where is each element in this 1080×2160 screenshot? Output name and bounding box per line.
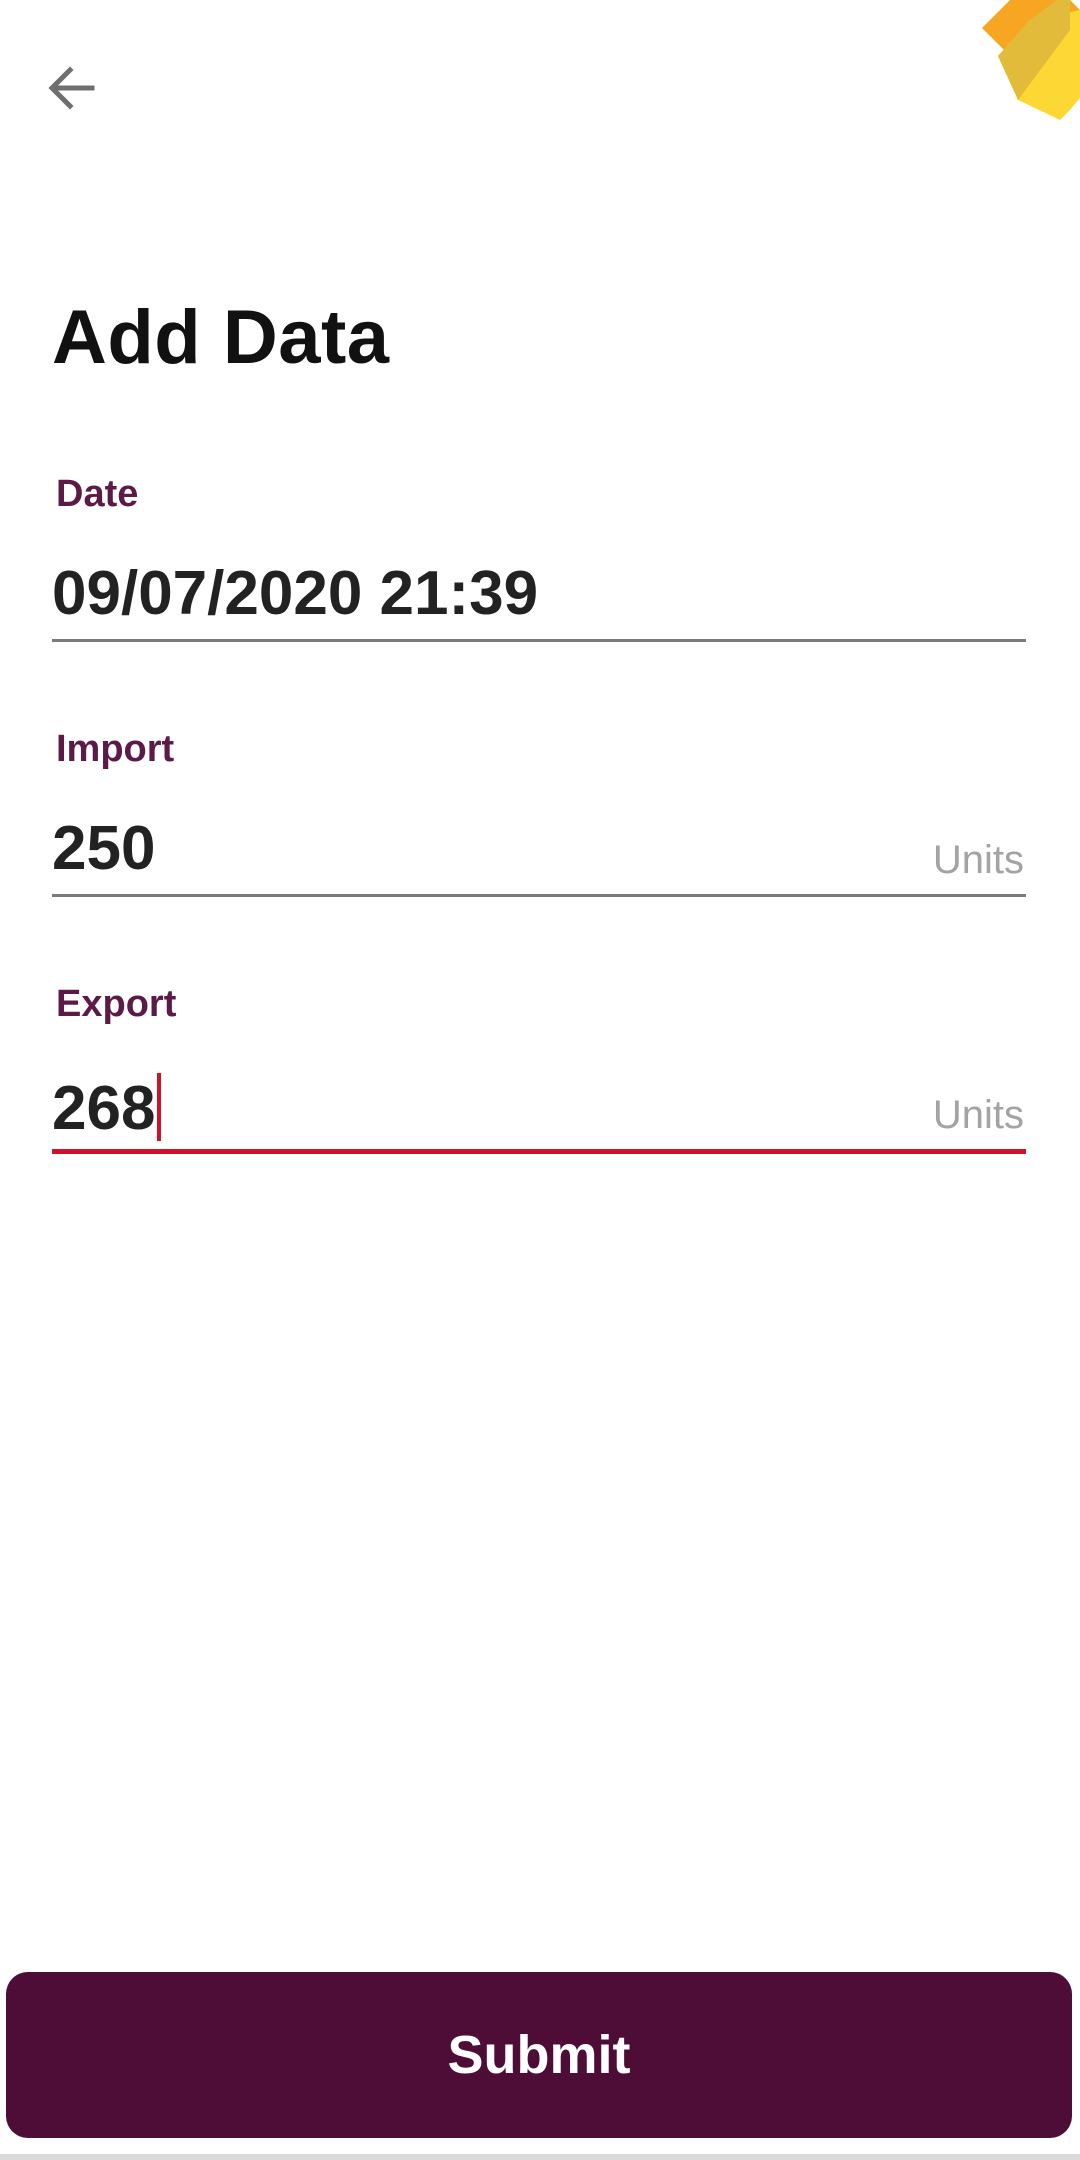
page-title: Add Data bbox=[52, 295, 390, 380]
export-label: Export bbox=[56, 983, 177, 1025]
sun-badge-icon bbox=[982, 0, 1080, 120]
text-caret bbox=[157, 1073, 162, 1141]
back-button[interactable] bbox=[40, 56, 104, 120]
date-underline bbox=[52, 639, 1026, 642]
date-input[interactable]: 09/07/2020 21:39 bbox=[52, 563, 538, 625]
export-input-wrapper[interactable]: 268 bbox=[52, 1073, 162, 1143]
import-underline bbox=[52, 894, 1026, 897]
submit-button[interactable]: Submit bbox=[6, 1972, 1072, 2138]
export-input[interactable]: 268 bbox=[52, 1074, 155, 1143]
import-input[interactable]: 250 bbox=[52, 818, 155, 880]
corner-decoration bbox=[940, 0, 1080, 130]
export-unit: Units bbox=[932, 1093, 1024, 1137]
import-label: Import bbox=[56, 728, 175, 770]
export-underline bbox=[52, 1149, 1026, 1154]
import-unit: Units bbox=[932, 838, 1024, 882]
arrow-left-icon bbox=[48, 66, 95, 110]
bottom-divider bbox=[0, 2154, 1080, 2160]
date-label: Date bbox=[56, 473, 139, 515]
